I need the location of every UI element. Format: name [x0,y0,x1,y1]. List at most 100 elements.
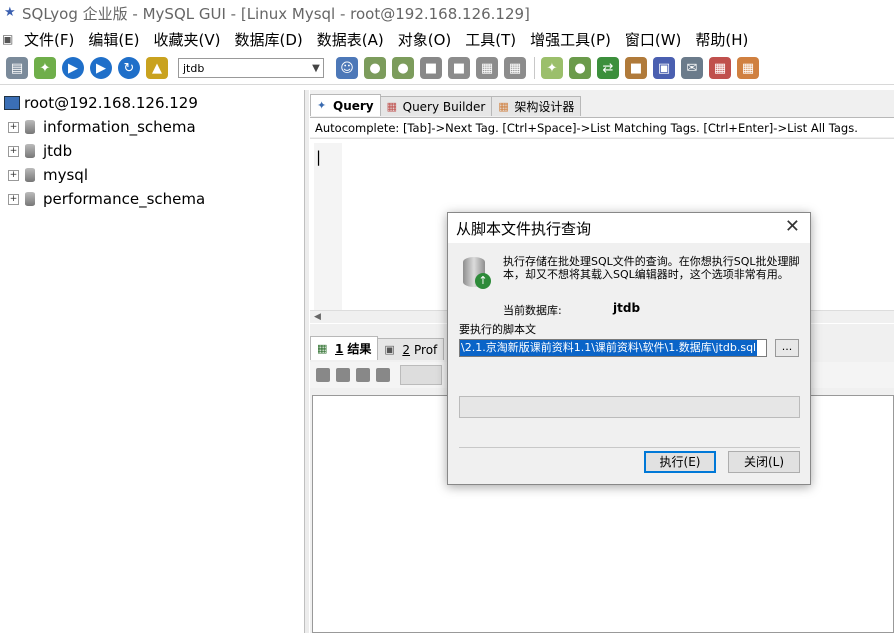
menu-object[interactable]: 对象(O) [398,29,452,50]
autocomplete-hint: Autocomplete: [Tab]->Next Tag. [Ctrl+Spa… [310,117,894,137]
tree-item-jtdb[interactable]: + jtdb [8,142,72,160]
schema-designer-icon[interactable]: ▦ [709,57,731,79]
query-builder-tab-icon: ▦ [386,99,398,113]
sqlyog-logo-icon: ★ [4,5,16,20]
tab-result-number: 1 [335,341,344,356]
main-toolbar: ▤ ✦ ▶ ▶ ↻ ▲ jtdb ▼ ☺ ● ● ■ ■ ▦ ▦ ✦ ● ⇄ ■… [0,52,894,85]
migration-icon[interactable]: ■ [625,57,647,79]
notification-icon[interactable]: ✉ [681,57,703,79]
server-icon [4,96,20,110]
copy-icon[interactable] [336,368,350,382]
object-browser: root@192.168.126.129 + information_schem… [0,90,305,633]
tree-item-label: mysql [43,166,88,184]
execute-script-dialog: 从脚本文件执行查询 ✕ ↑ 执行存储在批处理SQL文件的查询。在你想执行SQL批… [447,212,811,485]
tree-item-mysql[interactable]: + mysql [8,166,88,184]
tab-profiler-number: 2 [402,342,411,357]
chevron-down-icon: ▼ [312,62,320,74]
menu-powertools[interactable]: 增强工具(P) [530,29,611,50]
schema-designer-tab-icon: ▦ [498,99,509,113]
database-selector[interactable]: jtdb ▼ [178,58,324,78]
close-icon[interactable]: ✕ [785,216,800,237]
tree-item-label: information_schema [43,118,196,136]
tab-query-label: Query [333,98,374,113]
current-db-value: jtdb [613,301,641,315]
tree-root-label: root@192.168.126.129 [24,94,198,112]
expand-icon[interactable]: + [8,193,19,205]
create-table-icon[interactable]: ● [392,57,414,79]
refresh-icon[interactable]: ↻ [118,57,140,79]
export-icon[interactable] [316,368,330,382]
tab-query-builder[interactable]: ▦ Query Builder [379,96,493,116]
execute-button[interactable]: 执行(E) [644,451,716,473]
database-icon [25,192,35,206]
menu-database[interactable]: 数据库(D) [235,29,303,50]
result-tab-icon: ▦ [317,341,328,355]
panel-splitter[interactable] [305,90,309,633]
window-title-bar: ★ SQLyog 企业版 - MySQL GUI - [Linux Mysql … [0,0,894,26]
scheduler-icon[interactable]: ▣ [653,57,675,79]
transfer-icon[interactable]: ⇄ [597,57,619,79]
tree-item-label: jtdb [43,142,73,160]
dialog-title-bar: 从脚本文件执行查询 ✕ [448,213,810,243]
execute-all-icon[interactable]: ▶ [90,57,112,79]
filter-icon[interactable] [376,368,390,382]
query-builder-icon[interactable]: ▦ [737,57,759,79]
execute-query-icon[interactable]: ▶ [62,57,84,79]
database-icon [25,144,35,158]
expand-icon[interactable]: + [8,145,19,157]
tab-result-label: 结果 [347,342,372,356]
tab-profiler-label: Prof [414,342,438,357]
expand-icon[interactable]: + [8,169,19,181]
backup-icon[interactable]: ■ [420,57,442,79]
table-data-icon[interactable]: ▦ [476,57,498,79]
menu-file[interactable]: 文件(F) [24,29,74,50]
new-connection-icon[interactable]: ▤ [6,57,28,79]
grid-icon[interactable] [356,368,370,382]
tab-result[interactable]: ▦ 1 结果 [310,336,379,360]
script-file-path: \2.1.京淘新版课前资料1.1\课前资料\软件\1.数据库\jtdb.sql [460,340,758,356]
database-icon [25,168,35,182]
copy-table-icon[interactable]: ▦ [504,57,526,79]
text-cursor: | [316,148,322,166]
menu-help[interactable]: 帮助(H) [695,29,748,50]
tree-root-connection[interactable]: root@192.168.126.129 [4,94,198,112]
tab-query[interactable]: ✦ Query [310,94,381,116]
menu-tools[interactable]: 工具(T) [465,29,516,50]
tab-profiler[interactable]: ▣ 2 Prof [377,338,445,360]
sync-icon[interactable]: ✦ [541,57,563,79]
import-icon[interactable]: ● [569,57,591,79]
expand-icon[interactable]: + [8,121,19,133]
user-manager-icon[interactable]: ☺ [336,57,358,79]
toolbar-separator [534,57,535,79]
create-db-icon[interactable]: ● [364,57,386,79]
query-tab-icon: ✦ [317,98,327,112]
current-db-label: 当前数据库: [503,304,562,317]
menu-window[interactable]: 窗口(W) [625,29,682,50]
connection-icon[interactable]: ▣ [2,32,18,46]
menu-bar: ▣ 文件(F) 编辑(E) 收藏夹(V) 数据库(D) 数据表(A) 对象(O)… [0,27,894,51]
result-filter-input[interactable] [400,365,442,385]
tree-item-performance-schema[interactable]: + performance_schema [8,190,205,208]
tab-schema-designer[interactable]: ▦ 架构设计器 [491,96,582,116]
tab-query-builder-label: Query Builder [402,99,486,114]
schema-icon[interactable]: ▲ [146,57,168,79]
menu-edit[interactable]: 编辑(E) [88,29,139,50]
close-button[interactable]: 关闭(L) [728,451,800,473]
script-file-label: 要执行的脚本文 [459,323,536,336]
editor-gutter [314,143,342,319]
database-selector-value: jtdb [183,61,205,75]
database-icon [25,120,35,134]
new-query-icon[interactable]: ✦ [34,57,56,79]
restore-icon[interactable]: ■ [448,57,470,79]
script-file-input[interactable]: \2.1.京淘新版课前资料1.1\课前资料\软件\1.数据库\jtdb.sql [459,339,767,357]
tree-item-information-schema[interactable]: + information_schema [8,118,196,136]
dialog-title: 从脚本文件执行查询 [456,220,592,238]
scroll-left-icon[interactable]: ◀ [314,312,321,322]
browse-button[interactable]: ... [775,339,799,357]
menu-table[interactable]: 数据表(A) [317,29,384,50]
menu-favorites[interactable]: 收藏夹(V) [154,29,221,50]
dialog-separator [459,447,800,448]
result-tab-strip: ▦ 1 结果 ▣ 2 Prof [310,336,445,360]
dialog-description: 执行存储在批处理SQL文件的查询。在你想执行SQL批处理脚本，却又不想将其载入S… [503,255,800,281]
profiler-tab-icon: ▣ [384,342,395,356]
